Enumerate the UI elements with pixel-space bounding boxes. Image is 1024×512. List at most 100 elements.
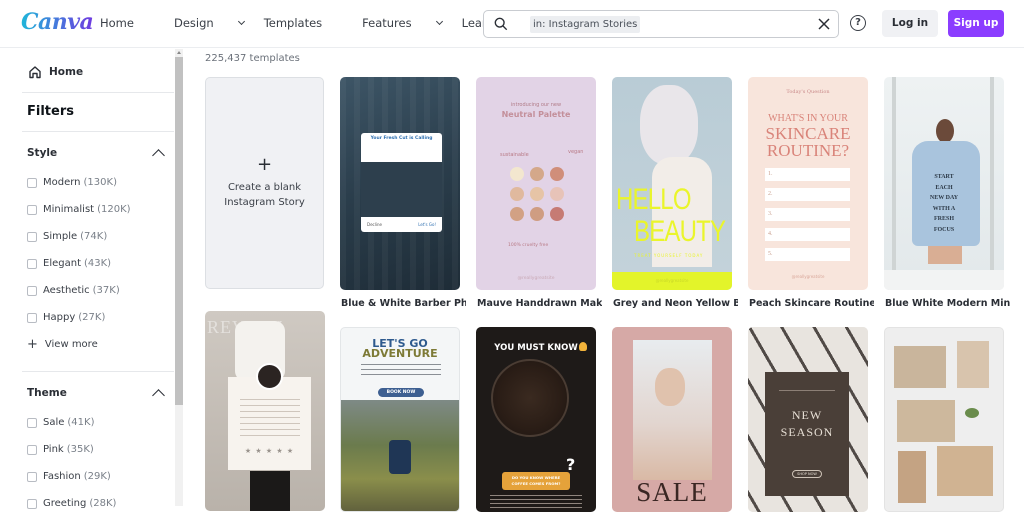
model-photo xyxy=(633,340,712,480)
collage-photo xyxy=(937,446,993,496)
template-card[interactable] xyxy=(884,327,1004,512)
signup-button[interactable]: Sign up xyxy=(948,10,1004,37)
filter-option[interactable]: Modern (130K) xyxy=(27,177,117,188)
template-card[interactable]: START EACH NEW DAY WITH A FRESH FOCUS xyxy=(884,77,1004,290)
view-more-button[interactable]: + View more xyxy=(27,336,98,352)
collage-photo xyxy=(898,451,926,503)
coffee-beans-image xyxy=(491,359,569,437)
chevron-down-icon xyxy=(435,17,443,26)
template-card[interactable]: YOU MUST KNOW ? DO YOU KNOW WHERE COFFEE… xyxy=(476,327,596,512)
checkbox[interactable] xyxy=(27,498,37,509)
head xyxy=(936,119,954,143)
template-card[interactable]: SALE xyxy=(612,327,732,512)
create-blank-label: Create a blank Instagram Story xyxy=(224,182,305,208)
template-title[interactable]: Peach Skincare Routine ... xyxy=(749,298,874,309)
template-card[interactable]: introducing our new Neutral Palette sust… xyxy=(476,77,596,290)
body-text-lines xyxy=(490,495,582,509)
canva-logo[interactable]: Canva xyxy=(21,9,94,35)
nav-home[interactable]: Home xyxy=(100,16,154,30)
divider xyxy=(22,131,174,132)
checkbox[interactable] xyxy=(27,177,37,188)
nav-templates[interactable]: Templates xyxy=(264,16,342,30)
checkbox[interactable] xyxy=(27,312,37,323)
plus-icon: + xyxy=(256,154,273,175)
new-season-panel: NEW SEASON SHOP NOW xyxy=(765,372,849,496)
shop-now-button: SHOP NOW xyxy=(792,470,822,478)
divider xyxy=(22,371,174,372)
plus-icon: + xyxy=(27,336,38,352)
lightbulb-icon xyxy=(579,342,587,351)
collage-photo xyxy=(957,341,989,388)
chevron-up-icon[interactable] xyxy=(152,149,165,162)
palette-swatches xyxy=(510,167,570,227)
body-text-lines xyxy=(361,364,441,378)
checkbox[interactable] xyxy=(27,231,37,242)
create-blank-card[interactable]: + Create a blank Instagram Story xyxy=(205,77,324,289)
question-banner: DO YOU KNOW WHERE COFFEE COMES FROM? xyxy=(502,472,570,490)
filter-option[interactable]: Happy (27K) xyxy=(27,312,105,323)
close-icon[interactable] xyxy=(817,17,831,31)
search-icon xyxy=(494,17,508,31)
template-card[interactable]: LET'S GO ADVENTURE BOOK NOW xyxy=(340,327,460,512)
filter-option[interactable]: Simple (74K) xyxy=(27,231,107,242)
template-card[interactable]: REVIEW ★ ★ ★ ★ ★ xyxy=(205,311,325,511)
collage-photo xyxy=(897,400,955,442)
scroll-up-arrow-icon[interactable] xyxy=(177,51,181,54)
footer-band: @reallygreatsite xyxy=(612,272,732,290)
template-title[interactable]: Grey and Neon Yellow B... xyxy=(613,298,738,309)
book-now-button: BOOK NOW xyxy=(378,388,424,397)
popup-graphic: Your Fresh Cut is Calling Decline Let's … xyxy=(361,133,442,232)
template-count: 225,437 templates xyxy=(205,53,300,64)
filter-option[interactable]: Greeting (28K) xyxy=(27,498,116,509)
mountain-photo xyxy=(341,400,459,511)
pants xyxy=(250,471,290,511)
sidebar-home-link[interactable]: Home xyxy=(28,65,83,79)
filter-option[interactable]: Elegant (43K) xyxy=(27,258,111,269)
sidebar-scrollbar-thumb[interactable] xyxy=(175,57,183,405)
filters-sidebar: Home Filters Style Modern (130K) Minimali… xyxy=(0,49,175,509)
search-input[interactable]: in: Instagram Stories xyxy=(483,10,839,38)
home-icon xyxy=(29,66,41,79)
collage-photo xyxy=(894,346,946,388)
filters-title: Filters xyxy=(27,104,74,119)
checkbox[interactable] xyxy=(27,285,37,296)
nav-design[interactable]: Design xyxy=(174,16,245,30)
template-card[interactable]: Today's Question WHAT'S IN YOUR SKINCARE… xyxy=(748,77,868,290)
template-title[interactable]: Mauve Handdrawn Mak... xyxy=(477,298,602,309)
checkbox[interactable] xyxy=(27,417,37,428)
chevron-down-icon xyxy=(237,17,245,26)
photo xyxy=(361,162,442,217)
template-card[interactable]: Your Fresh Cut is Calling Decline Let's … xyxy=(340,77,460,290)
search-scope-chip[interactable]: in: Instagram Stories xyxy=(530,16,641,33)
checkbox[interactable] xyxy=(27,204,37,215)
review-text-lines xyxy=(240,399,300,439)
filter-option[interactable]: Sale (41K) xyxy=(27,417,95,428)
hiker xyxy=(389,440,411,474)
divider xyxy=(22,92,174,93)
top-navigation-bar: Canva Home Design Templates Features Lea… xyxy=(0,0,1024,48)
checkbox[interactable] xyxy=(27,258,37,269)
chevron-up-icon[interactable] xyxy=(152,389,165,402)
nav-features[interactable]: Features xyxy=(362,16,443,30)
template-card[interactable]: HELLO BEAUTY TREAT YOURSELF TODAY @reall… xyxy=(612,77,732,290)
template-title[interactable]: Blue & White Barber Pho... xyxy=(341,298,466,309)
filter-option[interactable]: Aesthetic (37K) xyxy=(27,285,120,296)
checkbox[interactable] xyxy=(27,444,37,455)
face-mask-image xyxy=(640,85,698,165)
avatar xyxy=(256,363,283,390)
login-button[interactable]: Log in xyxy=(882,10,938,37)
review-panel: ★ ★ ★ ★ ★ xyxy=(228,363,311,470)
legs xyxy=(928,246,962,264)
template-title[interactable]: Blue White Modern Mini... xyxy=(885,298,1010,309)
template-card[interactable]: NEW SEASON SHOP NOW xyxy=(748,327,868,512)
leaf-icon xyxy=(965,408,979,418)
checkbox[interactable] xyxy=(27,471,37,482)
help-icon[interactable]: ? xyxy=(850,15,866,31)
face xyxy=(655,368,685,406)
filter-option[interactable]: Pink (35K) xyxy=(27,444,94,455)
theme-section-title[interactable]: Theme xyxy=(27,387,67,399)
style-section-title[interactable]: Style xyxy=(27,147,57,159)
bed xyxy=(884,270,1004,290)
filter-option[interactable]: Fashion (29K) xyxy=(27,471,111,482)
filter-option[interactable]: Minimalist (120K) xyxy=(27,204,131,215)
